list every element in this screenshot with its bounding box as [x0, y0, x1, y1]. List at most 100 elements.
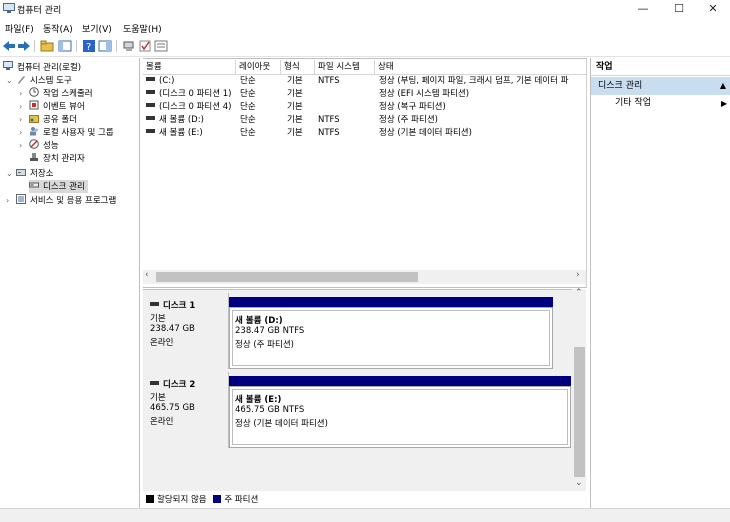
scroll-up-icon[interactable]: ⌃	[575, 288, 583, 298]
back-arrow-icon[interactable]	[2, 39, 16, 53]
check-icon[interactable]	[138, 39, 152, 53]
legend-primary: 주 파티션	[224, 495, 259, 505]
tree-item-performance[interactable]: 성능	[29, 139, 59, 152]
action-more[interactable]: 기타 작업	[615, 97, 651, 110]
properties-pane-icon[interactable]	[98, 39, 112, 53]
scroll-right-icon[interactable]: ›	[576, 270, 580, 280]
chevron-right-icon[interactable]: ›	[19, 113, 22, 126]
disk-kind: 기본	[150, 314, 166, 324]
services-icon	[16, 194, 26, 204]
chevron-right-icon[interactable]: ›	[6, 194, 9, 207]
title-bar: 컴퓨터 관리 — ☐ ✕	[0, 0, 730, 18]
volume-list-header: 볼륨 레이아웃 형식 파일 시스템 상태	[143, 59, 586, 75]
cell-layout: 단순	[240, 128, 256, 138]
disk-kind: 기본	[150, 393, 166, 403]
storage-icon	[16, 169, 26, 176]
up-folder-icon[interactable]	[40, 39, 54, 53]
tree-item-device-manager[interactable]: 장치 관리자	[29, 152, 85, 165]
partition-e[interactable]: 새 볼륨 (E:) 465.75 GB NTFS 정상 (기본 데이터 파티션)	[229, 386, 571, 448]
close-button[interactable]: ✕	[698, 0, 728, 18]
menu-help[interactable]: 도움말(H)	[123, 22, 162, 35]
help-icon[interactable]: ?	[82, 39, 96, 53]
disk-icon	[150, 381, 159, 385]
status-bar	[0, 508, 730, 522]
tree-item-disk-management[interactable]: 디스크 관리	[29, 180, 88, 193]
chevron-right-icon[interactable]: ›	[19, 87, 22, 100]
forward-arrow-icon[interactable]	[17, 39, 31, 53]
actions-pane: 작업 디스크 관리 ▲ 기타 작업 ▶	[590, 58, 730, 508]
tree-item-label: 로컬 사용자 및 그룹	[43, 128, 114, 138]
volume-icon	[146, 77, 155, 81]
tree-item-label: 저장소	[30, 169, 54, 179]
column-header-layout[interactable]: 레이아웃	[236, 60, 281, 74]
tree-item-label: 서비스 및 응용 프로그램	[30, 196, 117, 206]
disk-name: 디스크 1	[163, 301, 196, 311]
cell-layout: 단순	[240, 115, 256, 125]
action-disk-management[interactable]: 디스크 관리 ▲	[591, 77, 730, 95]
horizontal-scroll-thumb[interactable]	[156, 272, 418, 282]
chevron-down-icon[interactable]: ⌄	[6, 74, 13, 87]
cell-filesystem: NTFS	[318, 76, 340, 86]
computer-management-icon	[3, 3, 15, 13]
disk-label-1[interactable]: 디스크 1 기본 238.47 GB 온라인	[143, 293, 229, 369]
primary-partition-swatch	[213, 495, 222, 503]
toolbar-separator	[116, 40, 117, 52]
toolbar-separator	[76, 40, 77, 52]
table-row[interactable]: (디스크 0 파티션 1) 단순 기본 정상 (EFI 시스템 파티션)	[143, 88, 586, 101]
menu-view[interactable]: 보기(V)	[82, 22, 112, 35]
chevron-right-icon[interactable]: ›	[19, 126, 22, 139]
tree-item-services[interactable]: 서비스 및 응용 프로그램	[16, 194, 116, 207]
connect-icon[interactable]	[122, 39, 136, 53]
menu-bar: 파일(F) 동작(A) 보기(V) 도움말(H)	[0, 19, 730, 36]
volume-icon	[146, 116, 155, 120]
partition-d[interactable]: 새 볼륨 (D:) 238.47 GB NTFS 정상 (주 파티션)	[229, 307, 553, 369]
tree-item-label: 시스템 도구	[30, 76, 72, 86]
list-view-icon[interactable]	[154, 39, 168, 53]
table-row[interactable]: 새 볼륨 (E:) 단순 기본 NTFS 정상 (기본 데이터 파티션)	[143, 127, 586, 140]
expand-right-icon[interactable]: ▶	[721, 97, 727, 110]
tree-item-system-tools[interactable]: 시스템 도구	[16, 74, 72, 87]
volume-icon	[146, 103, 155, 107]
minimize-button[interactable]: —	[628, 0, 658, 18]
column-header-filesystem[interactable]: 파일 시스템	[315, 60, 375, 74]
collapse-up-icon[interactable]: ▲	[720, 77, 726, 95]
tree-item-root[interactable]: 컴퓨터 관리(로컬)	[3, 61, 81, 74]
cell-filesystem: NTFS	[318, 128, 340, 138]
users-icon	[30, 127, 38, 136]
cell-type: 기본	[287, 115, 303, 125]
tree-item-storage[interactable]: 저장소	[16, 167, 53, 180]
table-row[interactable]: (디스크 0 파티션 4) 단순 기본 정상 (복구 파티션)	[143, 101, 586, 114]
action-label: 디스크 관리	[598, 81, 643, 91]
column-header-type[interactable]: 형식	[281, 60, 315, 74]
cell-status: 정상 (복구 파티션)	[379, 102, 446, 112]
tree-item-shared-folders[interactable]: 공유 폴더	[29, 113, 77, 126]
disk-label-2[interactable]: 디스크 2 기본 465.75 GB 온라인	[143, 372, 229, 448]
tree-item-local-users[interactable]: 로컬 사용자 및 그룹	[29, 126, 114, 139]
cell-type: 기본	[287, 102, 303, 112]
cell-status: 정상 (EFI 시스템 파티션)	[379, 89, 470, 99]
svg-text:?: ?	[86, 42, 91, 53]
scroll-down-icon[interactable]: ⌄	[575, 478, 583, 488]
chevron-down-icon[interactable]: ⌄	[6, 167, 13, 180]
maximize-button[interactable]: ☐	[664, 0, 694, 18]
chevron-right-icon[interactable]: ›	[19, 100, 22, 113]
table-row[interactable]: (C:) 단순 기본 NTFS 정상 (부팅, 페이지 파일, 크래시 덤프, …	[143, 75, 586, 88]
column-header-status[interactable]: 상태	[375, 60, 586, 74]
tree-item-task-scheduler[interactable]: 작업 스케줄러	[29, 87, 93, 100]
cell-filesystem: NTFS	[318, 115, 340, 125]
menu-file[interactable]: 파일(F)	[5, 22, 34, 35]
column-header-volume[interactable]: 볼륨	[143, 60, 236, 74]
vertical-scroll-thumb[interactable]	[574, 347, 585, 477]
tree-item-event-viewer[interactable]: 이벤트 뷰어	[29, 100, 85, 113]
chevron-right-icon[interactable]: ›	[19, 139, 22, 152]
menu-action[interactable]: 동작(A)	[43, 22, 73, 35]
disk-icon	[150, 302, 159, 306]
legend-unallocated: 할당되지 않음	[157, 495, 207, 505]
show-hide-tree-icon[interactable]	[58, 39, 72, 53]
cell-volume: 새 볼륨 (D:)	[159, 115, 204, 125]
partition-status: 정상 (기본 데이터 파티션)	[235, 419, 328, 429]
table-row[interactable]: 새 볼륨 (D:) 단순 기본 NTFS 정상 (주 파티션)	[143, 114, 586, 127]
scroll-left-icon[interactable]: ‹	[145, 270, 149, 280]
disk-size: 465.75 GB	[150, 403, 195, 413]
tree-item-label: 공유 폴더	[43, 115, 77, 125]
